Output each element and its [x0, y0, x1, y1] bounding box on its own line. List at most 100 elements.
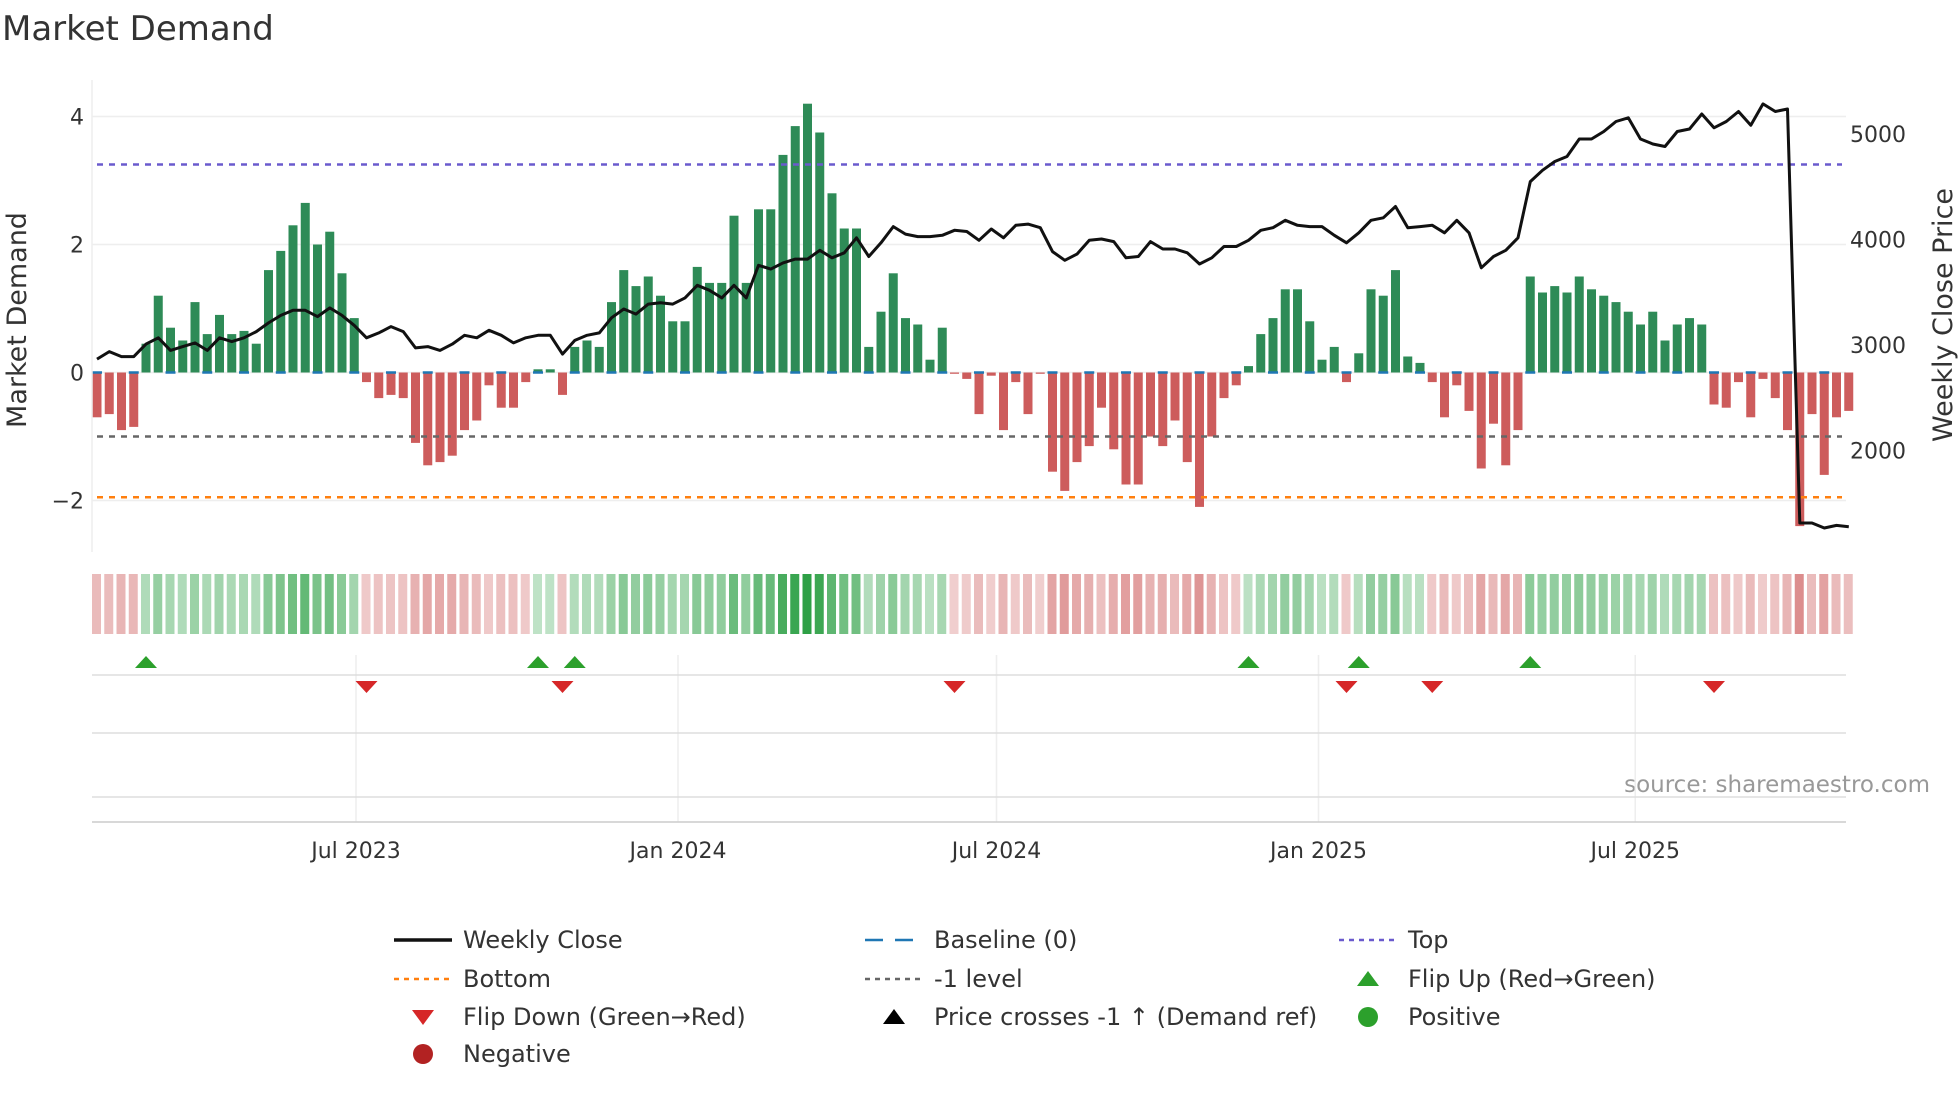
- demand-bar: [766, 209, 776, 373]
- demand-heat-cell: [361, 574, 371, 634]
- demand-bar: [1244, 366, 1253, 373]
- demand-heat-cell: [1770, 574, 1780, 634]
- demand-bar: [1476, 372, 1486, 469]
- demand-heat-cell: [1047, 574, 1057, 634]
- demand-bar: [888, 273, 898, 373]
- demand-bar: [1109, 372, 1119, 450]
- demand-bar: [1440, 372, 1449, 418]
- demand-bar: [1660, 340, 1670, 373]
- demand-bar: [852, 228, 861, 373]
- demand-heat-cell: [386, 574, 395, 634]
- demand-heat-cell: [545, 574, 555, 634]
- demand-bar: [1574, 276, 1584, 373]
- demand-heat-cell: [1794, 574, 1804, 634]
- demand-heat-cell: [1341, 574, 1351, 634]
- demand-bar: [962, 372, 972, 379]
- legend-baseline-0-label: Baseline (0): [934, 926, 1077, 954]
- demand-bar: [1819, 372, 1829, 475]
- demand-bar: [1648, 311, 1658, 373]
- demand-heat-cell: [1268, 574, 1277, 634]
- demand-bar: [1072, 372, 1082, 463]
- demand-heat-cell: [508, 574, 518, 634]
- x-tick-label: Jul 2025: [1588, 839, 1680, 864]
- demand-bar: [117, 372, 126, 431]
- demand-bar: [251, 343, 261, 373]
- demand-bar: [1525, 276, 1535, 373]
- demand-heat-cell: [655, 574, 665, 634]
- legend-1-level-label: -1 level: [934, 965, 1023, 993]
- demand-bar: [619, 270, 629, 373]
- demand-bar: [1623, 311, 1633, 373]
- demand-bar: [460, 372, 469, 431]
- demand-heat-cell: [569, 574, 579, 634]
- demand-bar: [1219, 372, 1229, 399]
- flip-down-marker: [551, 681, 574, 693]
- demand-heat-cell: [851, 574, 861, 634]
- legend-flip-up-red-green-label: Flip Up (Red→Green): [1408, 965, 1656, 993]
- demand-heat-cell: [716, 574, 726, 634]
- demand-heat-cell: [1096, 574, 1106, 634]
- demand-bar: [398, 372, 408, 399]
- flip-up-marker: [563, 656, 586, 668]
- flip-down-marker: [1421, 681, 1444, 693]
- demand-bar: [790, 126, 800, 373]
- demand-heat-cell: [92, 574, 101, 634]
- demand-heat-cell: [1206, 574, 1216, 634]
- demand-heat-cell: [557, 574, 567, 634]
- demand-heat-cell: [1059, 574, 1069, 634]
- demand-heat-cell: [263, 574, 273, 634]
- demand-heat-cell: [141, 574, 150, 634]
- demand-heat-cell: [1733, 574, 1743, 634]
- demand-heat-cell: [300, 574, 310, 634]
- demand-heat-cell: [422, 574, 432, 634]
- demand-heat-cell: [239, 574, 248, 634]
- demand-bar: [190, 302, 200, 373]
- demand-bar: [325, 231, 335, 373]
- y-axis-label: Market Demand: [2, 212, 33, 428]
- demand-bar: [1060, 372, 1070, 491]
- demand-bar: [631, 286, 641, 373]
- demand-heat-cell: [1415, 574, 1424, 634]
- demand-heat-cell: [741, 574, 751, 634]
- legend-negative-label: Negative: [463, 1040, 571, 1068]
- demand-heat-cell: [484, 574, 493, 634]
- demand-heat-cell: [226, 574, 236, 634]
- demand-heat-cell: [1255, 574, 1265, 634]
- demand-heat-cell: [1072, 574, 1081, 634]
- demand-bar: [999, 372, 1008, 431]
- demand-bar: [1587, 289, 1596, 373]
- demand-bar: [1256, 334, 1266, 373]
- demand-heat-cell: [275, 574, 285, 634]
- demand-heat-cell: [533, 574, 542, 634]
- demand-bar: [484, 372, 494, 386]
- demand-heat-cell: [1121, 574, 1130, 634]
- demand-heat-cell: [1329, 574, 1339, 634]
- demand-bar: [1807, 372, 1817, 415]
- demand-bar: [754, 209, 763, 373]
- demand-heat-cell: [337, 574, 346, 634]
- demand-bar: [1035, 372, 1045, 374]
- demand-bar: [1562, 292, 1572, 373]
- demand-heat-cell: [1635, 574, 1645, 634]
- demand-bar: [1182, 372, 1192, 463]
- demand-bar: [558, 372, 567, 395]
- legend-top-label: Top: [1407, 926, 1449, 954]
- flip-up-marker: [1237, 656, 1260, 668]
- demand-bar: [374, 372, 384, 399]
- demand-heat-cell: [1574, 574, 1584, 634]
- demand-heat-cell: [876, 574, 885, 634]
- x-tick-label: Jul 2023: [309, 839, 401, 864]
- demand-heat-cell: [214, 574, 224, 634]
- flip-up-marker: [1347, 656, 1370, 668]
- demand-heat-cell: [594, 574, 604, 634]
- demand-heat-cell: [606, 574, 616, 634]
- legend-flip-down-green-red-icon: [412, 1010, 434, 1025]
- demand-heat-cell: [1108, 574, 1118, 634]
- demand-bar: [1146, 372, 1155, 437]
- demand-heat-cell: [949, 574, 959, 634]
- demand-heat-cell: [1831, 574, 1841, 634]
- demand-bar: [1305, 321, 1315, 373]
- demand-bar: [607, 302, 616, 373]
- demand-heat-cell: [1537, 574, 1547, 634]
- source-note: source: sharemaestro.com: [1624, 772, 1930, 798]
